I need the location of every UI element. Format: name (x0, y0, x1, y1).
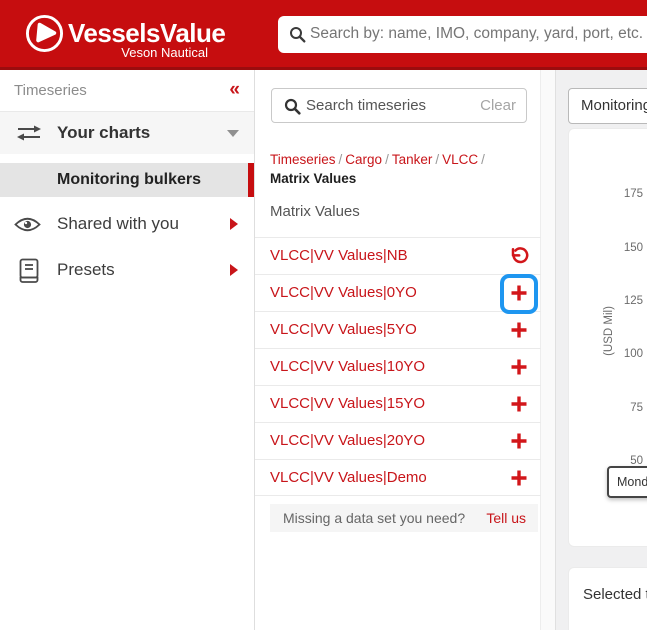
missing-dataset-bar: Missing a data set you need? Tell us (270, 504, 538, 532)
sidebar-item-presets[interactable]: Presets (0, 250, 254, 290)
chart-selector-dropdown[interactable]: Monitoring (568, 88, 647, 124)
list-item-vlcc-20yo: VLCC|VV Values|20YO (255, 422, 541, 459)
add-icon[interactable] (509, 394, 529, 414)
timeseries-search-bar: Clear (271, 88, 527, 123)
collapse-sidebar-icon[interactable]: « (229, 70, 240, 110)
list-item-vlcc-nb: VLCC|VV Values|NB (255, 237, 541, 274)
timeseries-search-input[interactable] (306, 90, 466, 121)
list-item-vlcc-15yo: VLCC|VV Values|15YO (255, 385, 541, 422)
list-item-vlcc-0yo: VLCC|VV Values|0YO (255, 274, 541, 314)
timeseries-sidebar: Timeseries « Your charts Monitoring bulk… (0, 70, 255, 630)
sidebar-item-monitoring-bulkers[interactable]: Monitoring bulkers (0, 163, 254, 197)
missing-dataset-question: Missing a data set you need? (283, 510, 466, 526)
sidebar-title: Timeseries (14, 82, 87, 99)
section-title: Matrix Values (270, 203, 360, 220)
global-search-input[interactable] (310, 17, 647, 50)
add-icon[interactable] (509, 468, 529, 488)
breadcrumb-link-timeseries[interactable]: Timeseries (270, 152, 336, 167)
timeseries-link[interactable]: VLCC|VV Values|Demo (270, 460, 427, 496)
sidebar-item-your-charts[interactable]: Your charts (0, 112, 254, 154)
timeseries-browser-panel: Clear Timeseries/Cargo/Tanker/VLCC/ Matr… (255, 70, 556, 630)
chevron-down-icon (227, 130, 239, 137)
breadcrumb-link-tanker[interactable]: Tanker (392, 152, 433, 167)
chart-selector-value: Monitoring (581, 97, 647, 114)
list-item-vlcc-10yo: VLCC|VV Values|10YO (255, 348, 541, 385)
chart-card: 175 150 125 100 75 50 (USD Mil) Monda (568, 128, 647, 547)
timeseries-link[interactable]: VLCC|VV Values|NB (270, 238, 408, 274)
breadcrumb-separator: / (385, 152, 389, 167)
selected-indicator-bar (248, 163, 254, 197)
breadcrumb-separator: / (481, 152, 485, 167)
sidebar-item-label: Monitoring bulkers (57, 171, 201, 188)
sidebar-item-label: Your charts (57, 123, 151, 142)
timeseries-list: VLCC|VV Values|NB VLCC|VV Values|0YO VLC… (255, 237, 541, 496)
sidebar-item-shared-with-you[interactable]: Shared with you (0, 204, 254, 244)
chart-tooltip: Monda (607, 466, 647, 498)
add-icon[interactable] (509, 431, 529, 451)
y-axis-tick: 175 (623, 188, 643, 200)
clear-search-button[interactable]: Clear (480, 89, 516, 122)
timeseries-link[interactable]: VLCC|VV Values|10YO (270, 349, 425, 385)
search-icon (290, 27, 306, 43)
timeseries-link[interactable]: VLCC|VV Values|0YO (270, 275, 417, 311)
vesselsvalue-logo-icon (25, 14, 64, 53)
y-axis-label: (USD Mil) (603, 306, 615, 356)
timeseries-link[interactable]: VLCC|VV Values|5YO (270, 312, 417, 348)
timeseries-link[interactable]: VLCC|VV Values|20YO (270, 423, 425, 459)
tell-us-link[interactable]: Tell us (486, 504, 526, 532)
app-header: VesselsValue Veson Nautical (0, 0, 647, 70)
chevron-right-icon (230, 218, 238, 230)
sidebar-item-label: Shared with you (57, 214, 179, 233)
search-icon (284, 98, 301, 115)
vesselsvalue-app: VesselsValue Veson Nautical Timeseries «… (0, 0, 647, 630)
global-search-bar (278, 16, 647, 53)
list-item-vlcc-5yo: VLCC|VV Values|5YO (255, 311, 541, 348)
add-icon[interactable] (509, 357, 529, 377)
chart-panel: Monitoring 175 150 125 100 75 50 (USD Mi… (556, 70, 647, 630)
brand-tagline: Veson Nautical (121, 45, 208, 60)
chart-tooltip-text: Monda (617, 475, 647, 489)
y-axis-tick: 150 (623, 242, 643, 254)
swap-arrows-icon (17, 125, 41, 141)
chevron-right-icon (230, 264, 238, 276)
sidebar-item-label: Presets (57, 260, 115, 279)
breadcrumb-separator: / (435, 152, 440, 167)
add-icon[interactable] (509, 283, 529, 303)
breadcrumb-separator: / (338, 152, 343, 167)
undo-icon[interactable] (509, 246, 529, 266)
y-axis-tick: 75 (630, 402, 643, 414)
add-icon[interactable] (509, 320, 529, 340)
breadcrumb: Timeseries / Cargo / Tanker / VLCC / Matrix Val… (270, 150, 540, 188)
list-item-vlcc-demo: VLCC|VV Values|Demo (255, 459, 541, 496)
sidebar-header: Timeseries « (0, 70, 254, 112)
selected-timeseries-card: Selected t (568, 567, 647, 630)
breadcrumb-link-vlcc[interactable]: VLCC (442, 152, 478, 167)
timeseries-link[interactable]: VLCC|VV Values|15YO (270, 386, 425, 422)
breadcrumb-current: Matrix Values (270, 171, 357, 186)
presets-book-icon (19, 258, 39, 283)
scrollbar-track[interactable] (540, 70, 555, 630)
selected-timeseries-title: Selected t (583, 586, 647, 603)
eye-icon (14, 217, 41, 232)
breadcrumb-link-cargo[interactable]: Cargo (345, 152, 382, 167)
